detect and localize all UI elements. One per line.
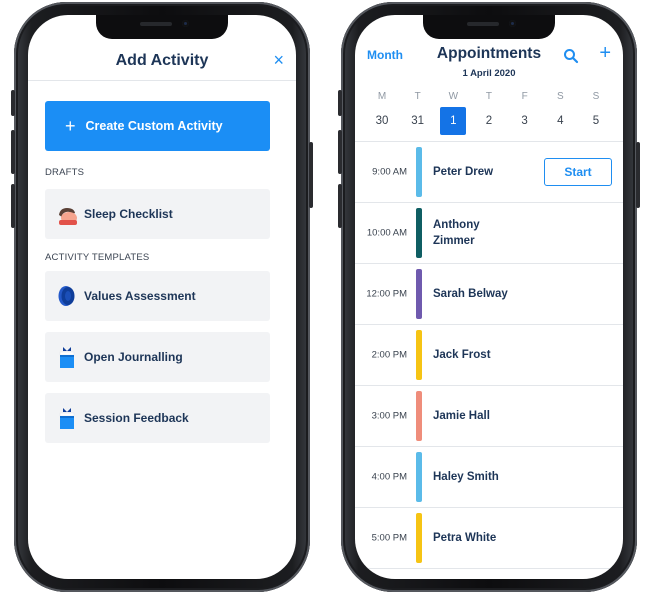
week-days-row: 30 31 1 2 3 4 5: [369, 107, 609, 135]
appointment-row[interactable]: 3:00 PM Jamie Hall: [355, 386, 623, 447]
appointment-client-name: Petra White: [433, 532, 497, 544]
appointment-client-name: Peter Drew: [433, 166, 494, 178]
appointment-time: 2:00 PM: [371, 349, 407, 361]
notch: [423, 15, 555, 39]
phone-add-activity: Add Activity × + Create Custom Activity …: [11, 2, 313, 592]
values-icon: [57, 284, 77, 308]
appointment-row[interactable]: 12:00 PM Sarah Belway: [355, 264, 623, 325]
volume-down-button: [338, 184, 342, 228]
drafts-heading: DRAFTS: [45, 167, 85, 178]
appointment-client-name: Jamie Hall: [433, 410, 490, 422]
weekday-label: T: [485, 91, 493, 102]
mute-switch: [11, 90, 15, 116]
day-31[interactable]: 31: [405, 107, 431, 135]
search-icon[interactable]: [563, 48, 579, 64]
template-item-values-assessment[interactable]: Values Assessment: [45, 271, 270, 321]
appointment-client-name: Haley Smith: [433, 471, 499, 483]
template-item-open-journalling[interactable]: Open Journalling: [45, 332, 270, 382]
volume-down-button: [11, 184, 15, 228]
volume-up-button: [338, 130, 342, 174]
page-title: Appointments: [436, 45, 542, 62]
appointment-color-bar: [416, 269, 422, 319]
day-3[interactable]: 3: [512, 107, 538, 135]
appointment-color-bar: [416, 513, 422, 563]
page-title: Add Activity: [115, 52, 209, 69]
appointment-row[interactable]: 5:00 PM Petra White: [355, 508, 623, 569]
mute-switch: [338, 90, 342, 116]
day-1-selected[interactable]: 1: [440, 107, 467, 135]
appointment-color-bar: [416, 452, 422, 502]
appointment-row[interactable]: 4:00 PM Haley Smith: [355, 447, 623, 508]
appointment-client-name: Jack Frost: [433, 349, 491, 361]
weekday-label: T: [414, 91, 421, 102]
day-30[interactable]: 30: [369, 107, 395, 135]
current-date: 1 April 2020: [462, 68, 516, 79]
plus-icon: +: [65, 116, 76, 136]
close-icon[interactable]: ×: [273, 50, 284, 70]
activity-templates-heading: ACTIVITY TEMPLATES: [45, 252, 150, 263]
create-custom-activity-label: Create Custom Activity: [85, 119, 223, 133]
appointment-client-name: Sarah Belway: [433, 288, 508, 300]
appointment-time: 5:00 PM: [371, 532, 407, 544]
add-activity-header: Add Activity ×: [28, 45, 296, 81]
add-appointment-icon[interactable]: +: [599, 43, 611, 63]
template-item-label: Open Journalling: [84, 350, 183, 364]
template-item-session-feedback[interactable]: Session Feedback: [45, 393, 270, 443]
weekday-label: S: [592, 91, 600, 102]
appointment-row[interactable]: 9:00 AM Peter Drew Start: [355, 142, 623, 203]
appointment-row[interactable]: 2:00 PM Jack Frost: [355, 325, 623, 386]
appointment-list: 9:00 AM Peter Drew Start 10:00 AM Anthony Zi…: [355, 141, 623, 569]
template-item-label: Session Feedback: [84, 411, 189, 425]
appointment-time: 4:00 PM: [371, 471, 407, 483]
appointments-header: Month Appointments 1 April 2020 +: [355, 43, 623, 89]
sleep-icon: [57, 202, 77, 226]
day-2[interactable]: 2: [476, 107, 502, 135]
phone-appointments: Month Appointments 1 April 2020 + M T W …: [338, 2, 640, 592]
start-session-button[interactable]: Start: [544, 158, 612, 186]
appointment-color-bar: [416, 391, 422, 441]
appointment-row[interactable]: 10:00 AM Anthony Zimmer: [355, 203, 623, 264]
template-item-label: Values Assessment: [84, 289, 196, 303]
day-5[interactable]: 5: [583, 107, 609, 135]
add-activity-screen: Add Activity × + Create Custom Activity …: [28, 15, 296, 579]
appointment-client-name: Anthony Zimmer: [433, 219, 480, 247]
create-custom-activity-button[interactable]: + Create Custom Activity: [45, 101, 270, 151]
side-button: [309, 142, 313, 208]
weekday-label: S: [556, 91, 564, 102]
weekday-label: M: [377, 91, 387, 102]
appointment-time: 10:00 AM: [366, 227, 407, 239]
appointment-color-bar: [416, 330, 422, 380]
side-button: [636, 142, 640, 208]
appointment-time: 12:00 PM: [366, 288, 407, 300]
day-4[interactable]: 4: [547, 107, 573, 135]
appointments-screen: Month Appointments 1 April 2020 + M T W …: [355, 15, 623, 579]
draft-item-label: Sleep Checklist: [84, 207, 173, 221]
draft-item-sleep-checklist[interactable]: Sleep Checklist: [45, 189, 270, 239]
volume-up-button: [11, 130, 15, 174]
appointment-time: 3:00 PM: [371, 410, 407, 422]
appointment-color-bar: [416, 147, 422, 197]
appointment-time: 9:00 AM: [372, 166, 407, 178]
weekday-header: M T W T F S S: [369, 91, 609, 102]
appointment-color-bar: [416, 208, 422, 258]
weekday-label: W: [448, 91, 459, 102]
gift-icon: [57, 406, 77, 430]
gift-icon: [57, 345, 77, 369]
weekday-label: F: [521, 91, 528, 102]
notch: [96, 15, 228, 39]
